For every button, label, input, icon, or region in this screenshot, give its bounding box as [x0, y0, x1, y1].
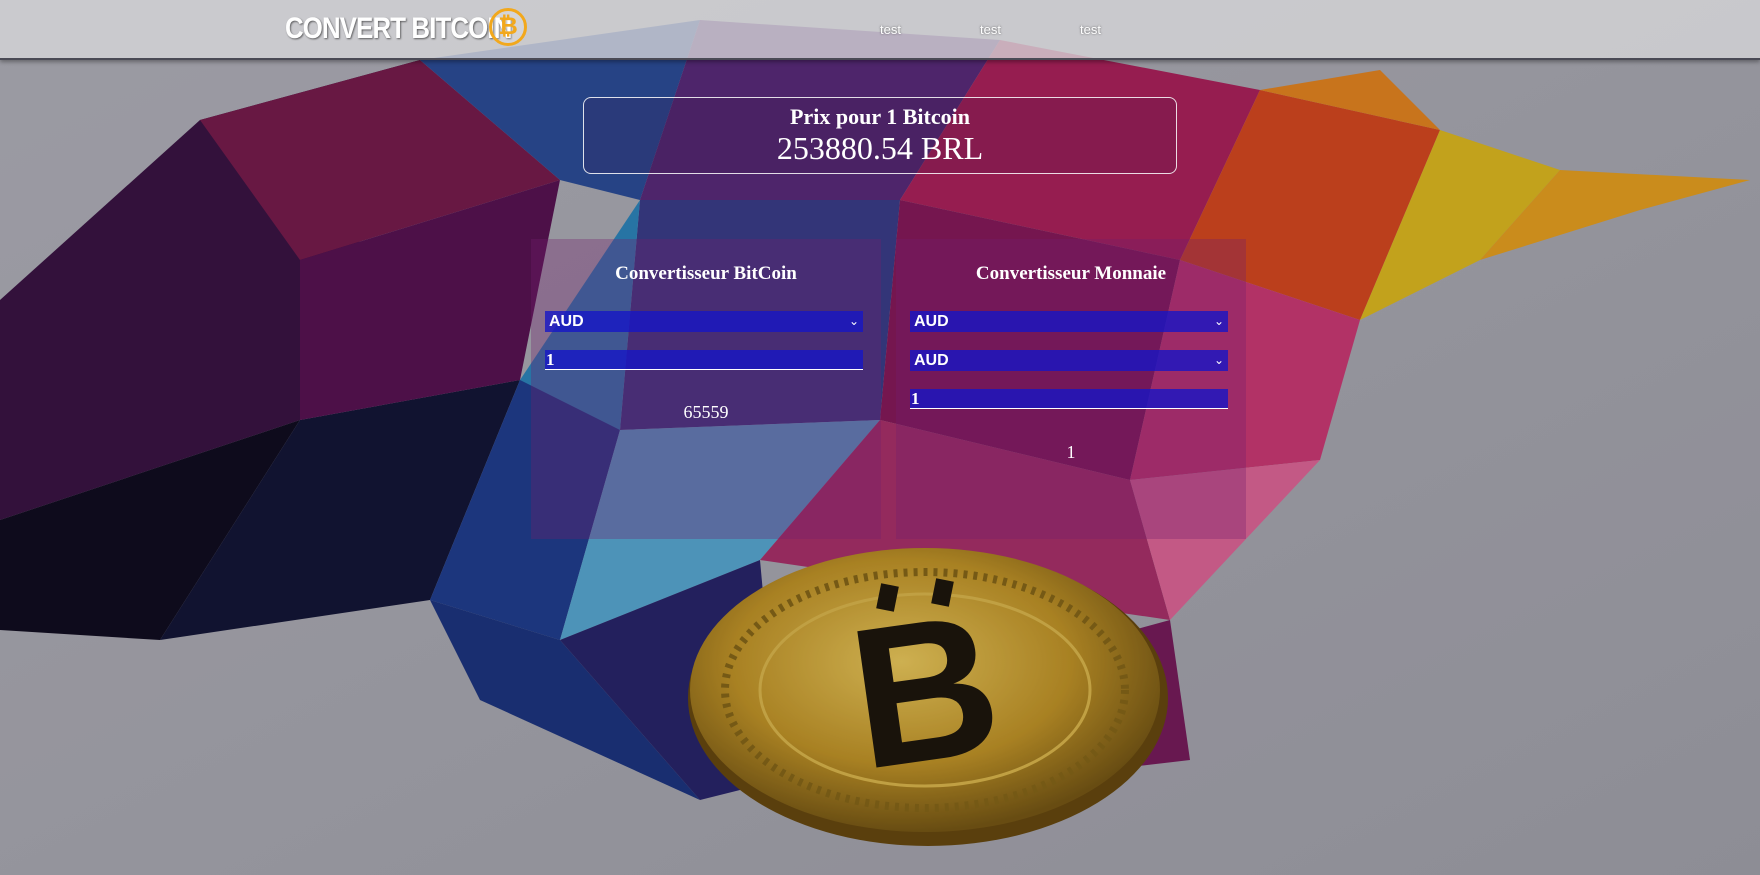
nav-link-1[interactable]: test: [880, 22, 901, 37]
from-currency-select[interactable]: AUD ⌄: [910, 311, 1228, 332]
top-navbar: CONVERT BITCOIN ₿ test test test: [0, 0, 1760, 60]
chevron-down-icon: ⌄: [848, 314, 859, 328]
bitcoin-currency-select[interactable]: AUD ⌄: [545, 311, 863, 332]
chevron-down-icon: ⌄: [1213, 353, 1224, 367]
bitcoin-result: 65559: [683, 402, 729, 422]
currency-result: 1: [1066, 442, 1076, 462]
bitcoin-currency-value: AUD: [549, 313, 584, 330]
currency-amount-input[interactable]: [910, 389, 1228, 409]
currency-converter-title: Convertisseur Monnaie: [975, 263, 1167, 284]
bitcoin-converter-title: Convertisseur BitCoin: [615, 263, 797, 284]
bitcoin-price-box: Prix pour 1 Bitcoin 253880.54 BRL: [583, 97, 1177, 174]
bitcoin-logo-icon: ₿: [489, 8, 527, 46]
nav-link-2[interactable]: test: [980, 22, 1001, 37]
currency-converter-panel: Convertisseur Monnaie AUD ⌄ AUD ⌄ 1: [896, 239, 1246, 539]
bitcoin-converter-panel: Convertisseur BitCoin AUD ⌄ 65559: [531, 239, 881, 539]
chevron-down-icon: ⌄: [1213, 314, 1224, 328]
price-value: 253880.54 BRL: [776, 130, 984, 166]
to-currency-select[interactable]: AUD ⌄: [910, 350, 1228, 371]
brand-logo-text: CONVERT BITCOIN: [285, 12, 512, 45]
price-label: Prix pour 1 Bitcoin: [790, 104, 970, 129]
bitcoin-amount-input[interactable]: [545, 350, 863, 370]
to-currency-value: AUD: [914, 352, 949, 369]
brand-logo[interactable]: CONVERT BITCOIN ₿: [285, 8, 548, 50]
from-currency-value: AUD: [914, 313, 949, 330]
nav-link-3[interactable]: test: [1080, 22, 1101, 37]
